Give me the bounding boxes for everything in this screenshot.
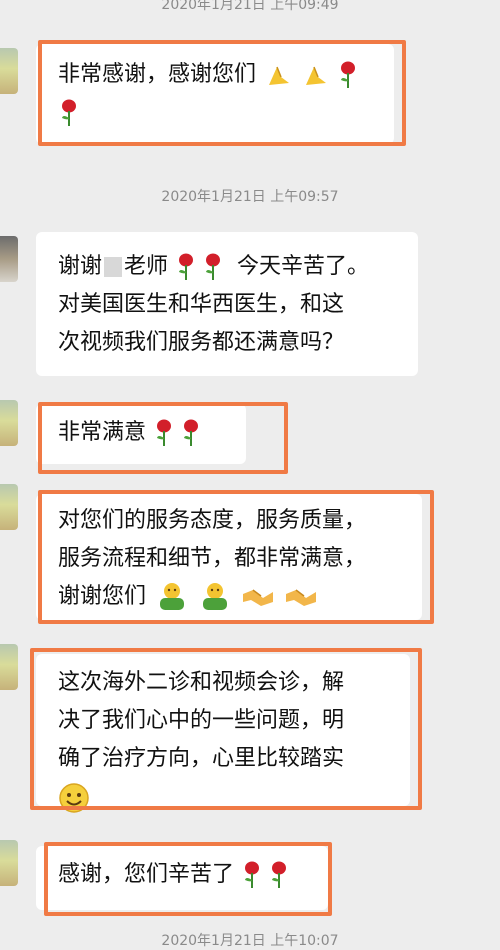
message-text: 老师 (124, 254, 169, 279)
avatar[interactable] (0, 840, 18, 886)
highlight-box (38, 490, 434, 624)
timestamp-mid: 2020年1月21日 上午09:57 (161, 189, 339, 205)
avatar[interactable] (0, 400, 18, 446)
avatar[interactable] (0, 644, 18, 690)
message-text: 对美国医生和华西医生，和这 (58, 292, 345, 317)
avatar[interactable] (0, 484, 18, 530)
message-bubble[interactable]: 谢谢 老师 今天辛苦了。 对美国医生和华西医生，和这 次视频我们服务都还满意吗？ (36, 232, 418, 376)
rose-icon (177, 253, 195, 281)
highlight-box (44, 842, 332, 916)
message-text: 今天辛苦了。 (237, 254, 370, 279)
message-text: 次视频我们服务都还满意吗？ (58, 330, 345, 355)
highlight-box (30, 648, 422, 810)
message-text: 谢谢 (58, 254, 103, 279)
rose-icon (204, 253, 222, 281)
highlight-box (38, 402, 288, 474)
highlight-box (38, 40, 406, 146)
redacted-name (104, 257, 123, 277)
timestamp-bottom: 2020年1月21日 上午10:07 (161, 933, 339, 949)
avatar[interactable] (0, 48, 18, 94)
avatar[interactable] (0, 236, 18, 282)
timestamp-top: 2020年1月21日 上午09:49 (161, 0, 339, 13)
